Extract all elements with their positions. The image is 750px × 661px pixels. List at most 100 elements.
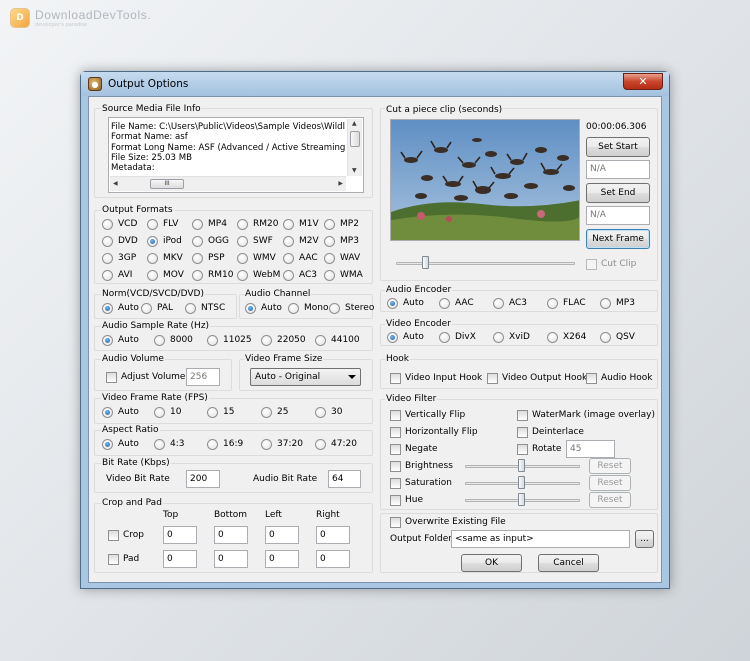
title-bar[interactable]: ● Output Options ✕ xyxy=(81,72,669,96)
channel-radio-mono[interactable]: Mono xyxy=(288,303,328,314)
format-radio-rm20[interactable]: RM20 xyxy=(237,219,278,230)
scroll-left-icon[interactable]: ◀ xyxy=(113,180,118,188)
format-radio-swf[interactable]: SWF xyxy=(237,236,273,247)
scroll-up-icon[interactable]: ▲ xyxy=(352,120,357,128)
volume-input[interactable]: 256 xyxy=(186,368,220,386)
audio-encoder-radio-mp3[interactable]: MP3 xyxy=(600,298,635,309)
overwrite-existing-checkbox[interactable]: Overwrite Existing File xyxy=(390,516,506,528)
format-radio-webm[interactable]: WebM xyxy=(237,270,280,281)
video-encoder-radio-xvid[interactable]: XviD xyxy=(493,332,530,343)
rotate-input[interactable]: 45 xyxy=(566,440,615,458)
format-radio-wmv[interactable]: WMV xyxy=(237,253,276,264)
source-info-textbox[interactable]: File Name: C:\Users\Public\Videos\Sample… xyxy=(108,117,364,193)
sample-rate-radio-44100[interactable]: 44100 xyxy=(315,335,360,346)
channel-radio-stereo[interactable]: Stereo xyxy=(329,303,374,314)
video-encoder-radio-qsv[interactable]: QSV xyxy=(600,332,635,343)
format-radio-m2v[interactable]: M2V xyxy=(283,236,319,247)
clip-start-field[interactable]: N/A xyxy=(586,160,650,179)
format-radio-mov[interactable]: MOV xyxy=(147,270,184,281)
horizontal-scroll-thumb[interactable]: III xyxy=(150,179,184,189)
aspect-radio-auto[interactable]: Auto xyxy=(102,439,139,450)
crop-bottom-input[interactable]: 0 xyxy=(214,526,248,544)
format-radio-wav[interactable]: WAV xyxy=(324,253,360,264)
format-radio-m1v[interactable]: M1V xyxy=(283,219,319,230)
format-radio-psp[interactable]: PSP xyxy=(192,253,225,264)
crop-top-input[interactable]: 0 xyxy=(163,526,197,544)
seek-thumb[interactable] xyxy=(422,256,429,269)
pad-right-input[interactable]: 0 xyxy=(316,550,350,568)
audio-encoder-radio-auto[interactable]: Auto xyxy=(387,298,424,309)
format-radio-mkv[interactable]: MKV xyxy=(147,253,183,264)
set-start-button[interactable]: Set Start xyxy=(586,137,650,157)
saturation-reset-button[interactable]: Reset xyxy=(589,475,631,491)
brightness-checkbox[interactable]: Brightness xyxy=(390,460,453,472)
crop-checkbox[interactable]: Crop xyxy=(108,529,144,541)
format-radio-wma[interactable]: WMA xyxy=(324,270,363,281)
fps-radio-15[interactable]: 15 xyxy=(207,407,234,418)
saturation-slider[interactable] xyxy=(465,474,580,492)
format-radio-vcd[interactable]: VCD xyxy=(102,219,137,230)
channel-radio-auto[interactable]: Auto xyxy=(245,303,282,314)
source-info-horizontal-scrollbar[interactable]: ◀ III ▶ xyxy=(110,176,346,191)
clip-seek-slider[interactable] xyxy=(396,254,575,272)
audio-encoder-radio-flac[interactable]: FLAC xyxy=(547,298,586,309)
audio-hook-checkbox[interactable]: Audio Hook xyxy=(586,372,652,384)
brightness-reset-button[interactable]: Reset xyxy=(589,458,631,474)
video-output-hook-checkbox[interactable]: Video Output Hook xyxy=(487,372,587,384)
hue-reset-button[interactable]: Reset xyxy=(589,492,631,508)
video-encoder-radio-x264[interactable]: X264 xyxy=(547,332,586,343)
format-radio-aac[interactable]: AAC xyxy=(283,253,318,264)
set-end-button[interactable]: Set End xyxy=(586,183,650,203)
negate-checkbox[interactable]: Negate xyxy=(390,443,438,455)
norm-radio-ntsc[interactable]: NTSC xyxy=(185,303,225,314)
pad-top-input[interactable]: 0 xyxy=(163,550,197,568)
browse-folder-button[interactable]: ... xyxy=(635,530,654,548)
clip-end-field[interactable]: N/A xyxy=(586,206,650,225)
fps-radio-auto[interactable]: Auto xyxy=(102,407,139,418)
video-encoder-radio-divx[interactable]: DivX xyxy=(439,332,476,343)
crop-right-input[interactable]: 0 xyxy=(316,526,350,544)
slider-thumb[interactable] xyxy=(518,493,525,506)
source-info-vertical-scrollbar[interactable]: ▲ ▼ xyxy=(347,119,362,176)
audio-encoder-radio-aac[interactable]: AAC xyxy=(439,298,474,309)
format-radio-ipod[interactable]: iPod xyxy=(147,236,182,247)
output-folder-input[interactable]: <same as input> xyxy=(451,530,630,548)
pad-bottom-input[interactable]: 0 xyxy=(214,550,248,568)
aspect-radio-16-9[interactable]: 16:9 xyxy=(207,439,243,450)
deinterlace-checkbox[interactable]: Deinterlace xyxy=(517,426,584,438)
video-bit-rate-input[interactable]: 200 xyxy=(186,470,220,488)
pad-checkbox[interactable]: Pad xyxy=(108,553,139,565)
brightness-slider[interactable] xyxy=(465,457,580,475)
format-radio-mp2[interactable]: MP2 xyxy=(324,219,359,230)
ok-button[interactable]: OK xyxy=(461,554,522,572)
fps-radio-30[interactable]: 30 xyxy=(315,407,342,418)
next-frame-button[interactable]: Next Frame xyxy=(586,229,650,249)
hue-slider[interactable] xyxy=(465,491,580,509)
aspect-radio-4-3[interactable]: 4:3 xyxy=(154,439,184,450)
rotate-checkbox[interactable]: Rotate xyxy=(517,443,561,455)
close-button[interactable]: ✕ xyxy=(623,73,663,90)
fps-radio-10[interactable]: 10 xyxy=(154,407,181,418)
slider-thumb[interactable] xyxy=(518,476,525,489)
format-radio-3gp[interactable]: 3GP xyxy=(102,253,136,264)
scroll-down-icon[interactable]: ▼ xyxy=(352,167,357,175)
norm-radio-pal[interactable]: PAL xyxy=(141,303,173,314)
adjust-volume-checkbox[interactable]: Adjust Volume xyxy=(106,371,185,383)
norm-radio-auto[interactable]: Auto xyxy=(102,303,139,314)
fps-radio-25[interactable]: 25 xyxy=(261,407,288,418)
watermark-checkbox[interactable]: WaterMark (image overlay) xyxy=(517,409,655,421)
video-encoder-radio-auto[interactable]: Auto xyxy=(387,332,424,343)
aspect-radio-47-20[interactable]: 47:20 xyxy=(315,439,357,450)
format-radio-ogg[interactable]: OGG xyxy=(192,236,229,247)
video-input-hook-checkbox[interactable]: Video Input Hook xyxy=(390,372,482,384)
aspect-radio-37-20[interactable]: 37:20 xyxy=(261,439,303,450)
audio-bit-rate-input[interactable]: 64 xyxy=(328,470,361,488)
slider-thumb[interactable] xyxy=(518,459,525,472)
cancel-button[interactable]: Cancel xyxy=(538,554,599,572)
format-radio-flv[interactable]: FLV xyxy=(147,219,178,230)
sample-rate-radio-22050[interactable]: 22050 xyxy=(261,335,306,346)
format-radio-rm10[interactable]: RM10 xyxy=(192,270,233,281)
horizontally-flip-checkbox[interactable]: Horizontally Flip xyxy=(390,426,478,438)
format-radio-mp3[interactable]: MP3 xyxy=(324,236,359,247)
audio-encoder-radio-ac3[interactable]: AC3 xyxy=(493,298,527,309)
